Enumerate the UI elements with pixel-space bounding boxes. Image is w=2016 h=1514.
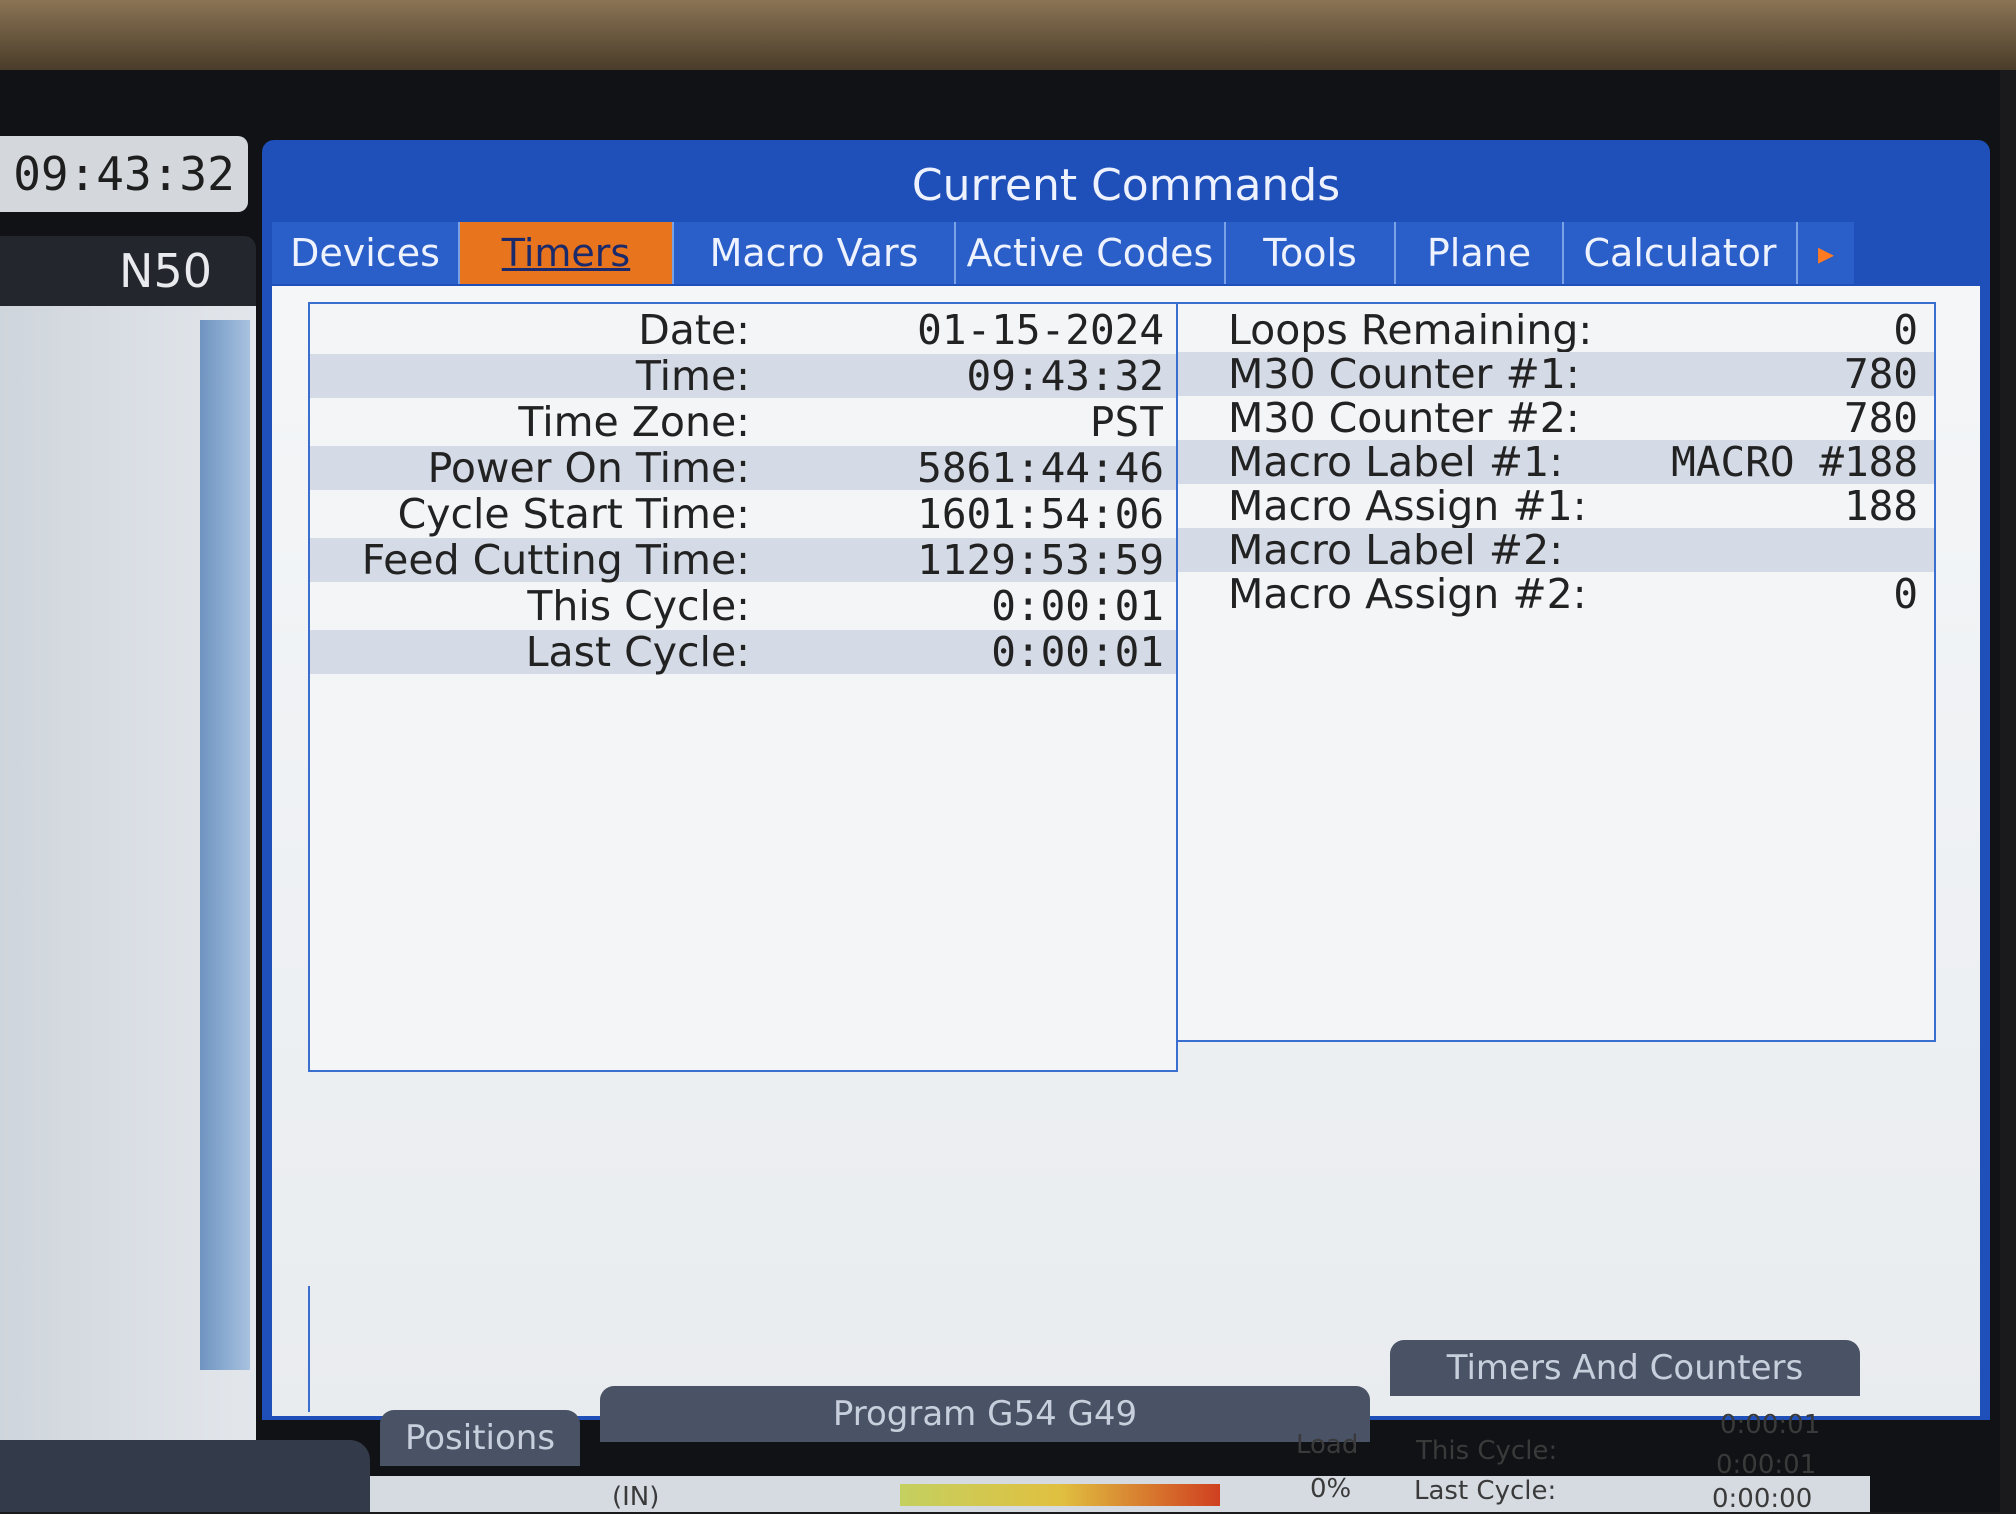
left-bottom-tab <box>0 1440 370 1512</box>
counter-row: M30 Counter #1: 780 <box>1178 350 1934 398</box>
counter-label: Macro Assign #1: <box>1228 482 1587 530</box>
timer-value: 5861:44:46 <box>917 444 1164 492</box>
counter-value: 188 <box>1843 482 1918 530</box>
clock-display: 09:43:32 <box>0 136 248 212</box>
left-scrollbar[interactable] <box>200 320 250 1370</box>
counter-label: Macro Assign #2: <box>1228 570 1587 618</box>
counter-label: M30 Counter #2: <box>1228 394 1580 442</box>
tab-tools[interactable]: Tools <box>1226 222 1396 284</box>
counter-row: Macro Assign #1: 188 <box>1178 482 1934 530</box>
timer-value: 0:00:01 <box>991 582 1164 630</box>
timer-row: This Cycle: 0:00:01 <box>310 582 1176 630</box>
this-cycle-value: 0:00:01 <box>1720 1410 1821 1440</box>
timer-value: 01-15-2024 <box>917 306 1164 354</box>
load-label: Load <box>1296 1430 1359 1460</box>
third-timer-value: 0:00:00 <box>1712 1484 1813 1514</box>
window-title: Current Commands <box>911 159 1341 211</box>
counter-value: 0 <box>1893 570 1918 618</box>
timer-label: Time Zone: <box>518 398 750 446</box>
counter-row: M30 Counter #2: 780 <box>1178 394 1934 442</box>
counter-label: M30 Counter #1: <box>1228 350 1580 398</box>
counter-value: 780 <box>1843 394 1918 442</box>
timer-label: Time: <box>635 352 750 400</box>
tab-macro-vars[interactable]: Macro Vars <box>674 222 956 284</box>
counter-value: 780 <box>1843 350 1918 398</box>
tab-devices[interactable]: Devices <box>272 222 460 284</box>
timer-row: Power On Time: 5861:44:46 <box>310 444 1176 492</box>
timer-value: PST <box>1089 398 1164 446</box>
this-cycle-label: This Cycle: <box>1416 1436 1558 1466</box>
counter-label: Macro Label #1: <box>1228 438 1564 486</box>
counter-label: Macro Label #2: <box>1228 526 1564 574</box>
current-commands-window: Current Commands Devices Timers Macro Va… <box>262 140 1990 1420</box>
timer-value: 0:00:01 <box>991 628 1164 676</box>
program-header: Program G54 G49 <box>600 1386 1370 1442</box>
timer-row: Feed Cutting Time: 1129:53:59 <box>310 536 1176 584</box>
tab-bar: Devices Timers Macro Vars Active Codes T… <box>272 222 1982 284</box>
tab-calculator[interactable]: Calculator <box>1564 222 1798 284</box>
timer-value: 1601:54:06 <box>917 490 1164 538</box>
timer-row: Time: 09:43:32 <box>310 352 1176 400</box>
timer-label: Date: <box>638 306 750 354</box>
timer-label: This Cycle: <box>527 582 750 630</box>
timer-row: Last Cycle: 0:00:01 <box>310 628 1176 676</box>
tab-timers[interactable]: Timers <box>460 222 674 284</box>
timers-content: Date: 01-15-2024 Time: 09:43:32 Time Zon… <box>272 286 1980 1416</box>
counter-row: Macro Assign #2: 0 <box>1178 570 1934 618</box>
tab-scroll-right-icon[interactable]: ▸ <box>1798 222 1854 284</box>
tab-plane[interactable]: Plane <box>1396 222 1564 284</box>
line-number: N50 <box>0 236 256 306</box>
counter-row: Macro Label #2: <box>1178 526 1934 574</box>
last-cycle-value: 0:00:01 <box>1716 1450 1817 1480</box>
timer-value: 1129:53:59 <box>917 536 1164 584</box>
timer-value: 09:43:32 <box>966 352 1164 400</box>
counter-row: Loops Remaining: 0 <box>1178 306 1934 354</box>
load-meter <box>900 1484 1220 1506</box>
load-value: 0% <box>1310 1474 1352 1504</box>
timer-label: Feed Cutting Time: <box>361 536 750 584</box>
positions-tab[interactable]: Positions <box>380 1410 580 1466</box>
monitor-bezel <box>0 0 2016 70</box>
timer-label: Last Cycle: <box>525 628 750 676</box>
counter-value: 0 <box>1893 306 1918 354</box>
timer-row: Cycle Start Time: 1601:54:06 <box>310 490 1176 538</box>
last-cycle-label: Last Cycle: <box>1414 1476 1557 1506</box>
timers-pane: Date: 01-15-2024 Time: 09:43:32 Time Zon… <box>308 302 1178 1072</box>
counter-row: Macro Label #1: MACRO #188 <box>1178 438 1934 486</box>
counters-pane: Loops Remaining: 0 M30 Counter #1: 780 M… <box>1176 302 1936 1042</box>
counter-value: MACRO #188 <box>1671 438 1918 486</box>
timers-counters-header: Timers And Counters <box>1390 1340 1860 1396</box>
tab-active-codes[interactable]: Active Codes <box>956 222 1226 284</box>
timer-label: Cycle Start Time: <box>397 490 750 538</box>
timer-row: Time Zone: PST <box>310 398 1176 446</box>
timer-label: Power On Time: <box>427 444 750 492</box>
timer-row: Date: 01-15-2024 <box>310 306 1176 354</box>
units-label: (IN) <box>612 1482 660 1512</box>
counter-label: Loops Remaining: <box>1228 306 1593 354</box>
